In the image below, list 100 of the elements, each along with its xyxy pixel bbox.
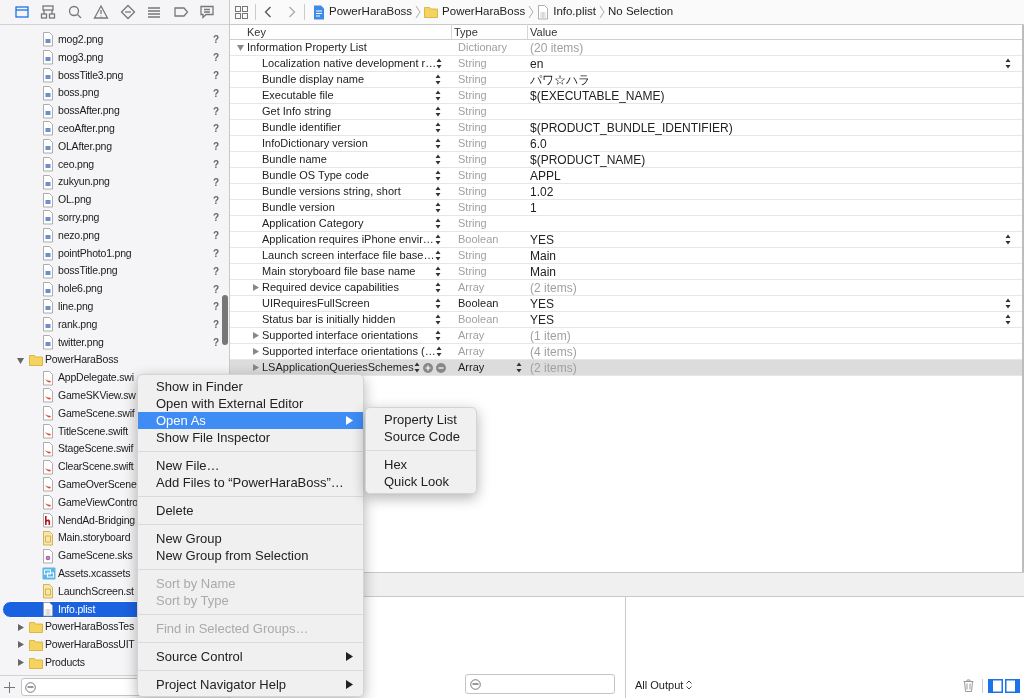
plist-row[interactable]: Bundle OS Type code String APPL — [230, 168, 1022, 184]
menu-item[interactable]: Show in Finder — [138, 378, 363, 395]
menu-item[interactable]: Delete — [138, 502, 363, 519]
file-row[interactable]: bossAfter.png ? — [0, 102, 229, 120]
breadcrumb[interactable]: PowerHaraBoss — [442, 3, 526, 21]
menu-item[interactable]: Hex — [366, 456, 476, 473]
menu-item[interactable]: New File… — [138, 457, 363, 474]
plist-row[interactable]: Launch screen interface file base… String Main — [230, 248, 1022, 264]
menu-item[interactable]: Source Control — [138, 648, 363, 665]
key-stepper-icon[interactable] — [435, 234, 441, 245]
hierarchy-icon[interactable] — [40, 4, 57, 20]
menu-item[interactable]: Project Navigator Help — [138, 676, 363, 693]
output-filter-popup[interactable]: All Output — [635, 676, 693, 693]
file-row[interactable]: bossTitle3.png ? — [0, 66, 229, 85]
file-row[interactable]: zukyun.png ? — [0, 173, 229, 192]
left-panel-icon[interactable] — [988, 679, 1003, 693]
disclosure-triangle[interactable] — [17, 641, 24, 649]
key-stepper-icon[interactable] — [435, 170, 441, 181]
menu-item[interactable]: Show File Inspector — [138, 429, 363, 446]
file-row[interactable]: OL.png ? — [0, 191, 229, 209]
key-stepper-icon[interactable] — [435, 282, 441, 293]
plist-row[interactable]: Main storyboard file base name String Main — [230, 264, 1022, 280]
file-row[interactable]: ceo.png ? — [0, 155, 229, 174]
value-popup-icon[interactable] — [1005, 314, 1011, 325]
plist-row[interactable]: Localization native development r… String en — [230, 56, 1022, 72]
key-stepper-icon[interactable] — [435, 314, 441, 325]
plist-row[interactable]: Bundle version String 1 — [230, 200, 1022, 216]
disclosure-triangle[interactable] — [252, 332, 259, 339]
menu-item[interactable]: Quick Look — [366, 473, 476, 490]
key-stepper-icon[interactable] — [435, 122, 441, 133]
search-icon[interactable] — [66, 4, 83, 20]
value-popup-icon[interactable] — [1005, 298, 1011, 309]
menu-item[interactable]: Source Code — [366, 428, 476, 445]
file-row[interactable]: hole6.png ? — [0, 280, 229, 298]
plist-row[interactable]: InfoDictionary version String 6.0 — [230, 136, 1022, 152]
trash-icon[interactable] — [963, 679, 974, 692]
remove-row-icon[interactable] — [435, 362, 446, 373]
file-row[interactable]: pointPhoto1.png ? — [0, 244, 229, 263]
plist-row[interactable]: Supported interface orientations Array (1 item) — [230, 328, 1022, 344]
key-stepper-icon[interactable] — [436, 58, 443, 69]
key-stepper-icon[interactable] — [413, 362, 420, 373]
back-icon[interactable] — [264, 6, 272, 18]
plist-row[interactable]: Application Category String — [230, 216, 1022, 232]
file-row[interactable]: OLAfter.png ? — [0, 137, 229, 156]
right-panel-icon[interactable] — [1005, 679, 1020, 693]
value-popup-icon[interactable] — [1005, 58, 1011, 69]
grid-icon[interactable] — [235, 5, 248, 19]
plist-row[interactable]: Status bar is initially hidden Boolean YES — [230, 312, 1022, 328]
plist-row[interactable]: Bundle name String $(PRODUCT_NAME) — [230, 152, 1022, 168]
file-row[interactable]: boss.png ? — [0, 84, 229, 103]
value-popup-icon[interactable] — [1005, 234, 1011, 245]
key-stepper-icon[interactable] — [435, 186, 441, 197]
file-row[interactable]: rank.png ? — [0, 315, 229, 334]
key-stepper-icon[interactable] — [435, 138, 441, 149]
file-row[interactable]: line.png ? — [0, 297, 229, 316]
disclosure-triangle[interactable] — [252, 284, 259, 291]
key-stepper-icon[interactable] — [435, 346, 442, 357]
file-row[interactable]: mog3.png ? — [0, 48, 229, 67]
plist-row[interactable]: LSApplicationQueriesSchemes Array (2 items) — [230, 360, 1022, 376]
key-stepper-icon[interactable] — [435, 106, 441, 117]
key-stepper-icon[interactable] — [435, 298, 441, 309]
disclosure-triangle[interactable] — [252, 348, 259, 355]
disclosure-triangle[interactable] — [17, 659, 24, 667]
file-row[interactable]: PowerHaraBoss — [0, 351, 229, 370]
plist-row[interactable]: Application requires iPhone envir… Boolean YES — [230, 232, 1022, 248]
key-stepper-icon[interactable] — [435, 266, 441, 277]
file-row[interactable]: twitter.png ? — [0, 333, 229, 352]
key-stepper-icon[interactable] — [435, 154, 441, 165]
diamond-icon[interactable] — [119, 4, 136, 20]
key-stepper-icon[interactable] — [435, 90, 441, 101]
plist-row[interactable]: Bundle identifier String $(PRODUCT_BUNDLE_IDENTIFIER) — [230, 120, 1022, 136]
plist-row[interactable]: Information Property List Dictionary (20 items) — [230, 40, 1022, 56]
column-header[interactable]: Type — [452, 23, 528, 41]
menu-item[interactable]: Add Files to “PowerHaraBoss”… — [138, 474, 363, 491]
list-icon[interactable] — [146, 4, 163, 20]
menu-item[interactable]: New Group — [138, 530, 363, 547]
comment-icon[interactable] — [198, 4, 215, 20]
disclosure-triangle[interactable] — [237, 44, 244, 51]
disclosure-triangle[interactable] — [17, 623, 24, 631]
key-stepper-icon[interactable] — [435, 218, 441, 229]
column-header[interactable]: Value — [528, 23, 1022, 41]
plist-row[interactable]: UIRequiresFullScreen Boolean YES — [230, 296, 1022, 312]
breadcrumb[interactable]: PowerHaraBoss — [329, 3, 413, 21]
file-row[interactable]: nezo.png ? — [0, 226, 229, 245]
key-stepper-icon[interactable] — [435, 250, 441, 261]
tag-icon[interactable] — [172, 4, 189, 20]
disclosure-triangle[interactable] — [17, 356, 24, 364]
type-popup-icon[interactable] — [516, 362, 522, 373]
menu-item[interactable]: Open with External Editor — [138, 395, 363, 412]
column-header[interactable]: Key — [230, 23, 452, 41]
plist-row[interactable]: Bundle display name String パワ☆ハラ — [230, 72, 1022, 88]
menu-item[interactable]: New Group from Selection — [138, 547, 363, 564]
key-stepper-icon[interactable] — [435, 202, 441, 213]
file-row[interactable]: bossTitle.png ? — [0, 262, 229, 281]
file-row[interactable]: ceoAfter.png ? — [0, 120, 229, 138]
add-icon[interactable] — [4, 681, 15, 693]
file-row[interactable]: sorry.png ? — [0, 208, 229, 227]
filter-field[interactable] — [465, 674, 615, 694]
key-stepper-icon[interactable] — [435, 74, 441, 85]
plist-row[interactable]: Bundle versions string, short String 1.02 — [230, 184, 1022, 200]
